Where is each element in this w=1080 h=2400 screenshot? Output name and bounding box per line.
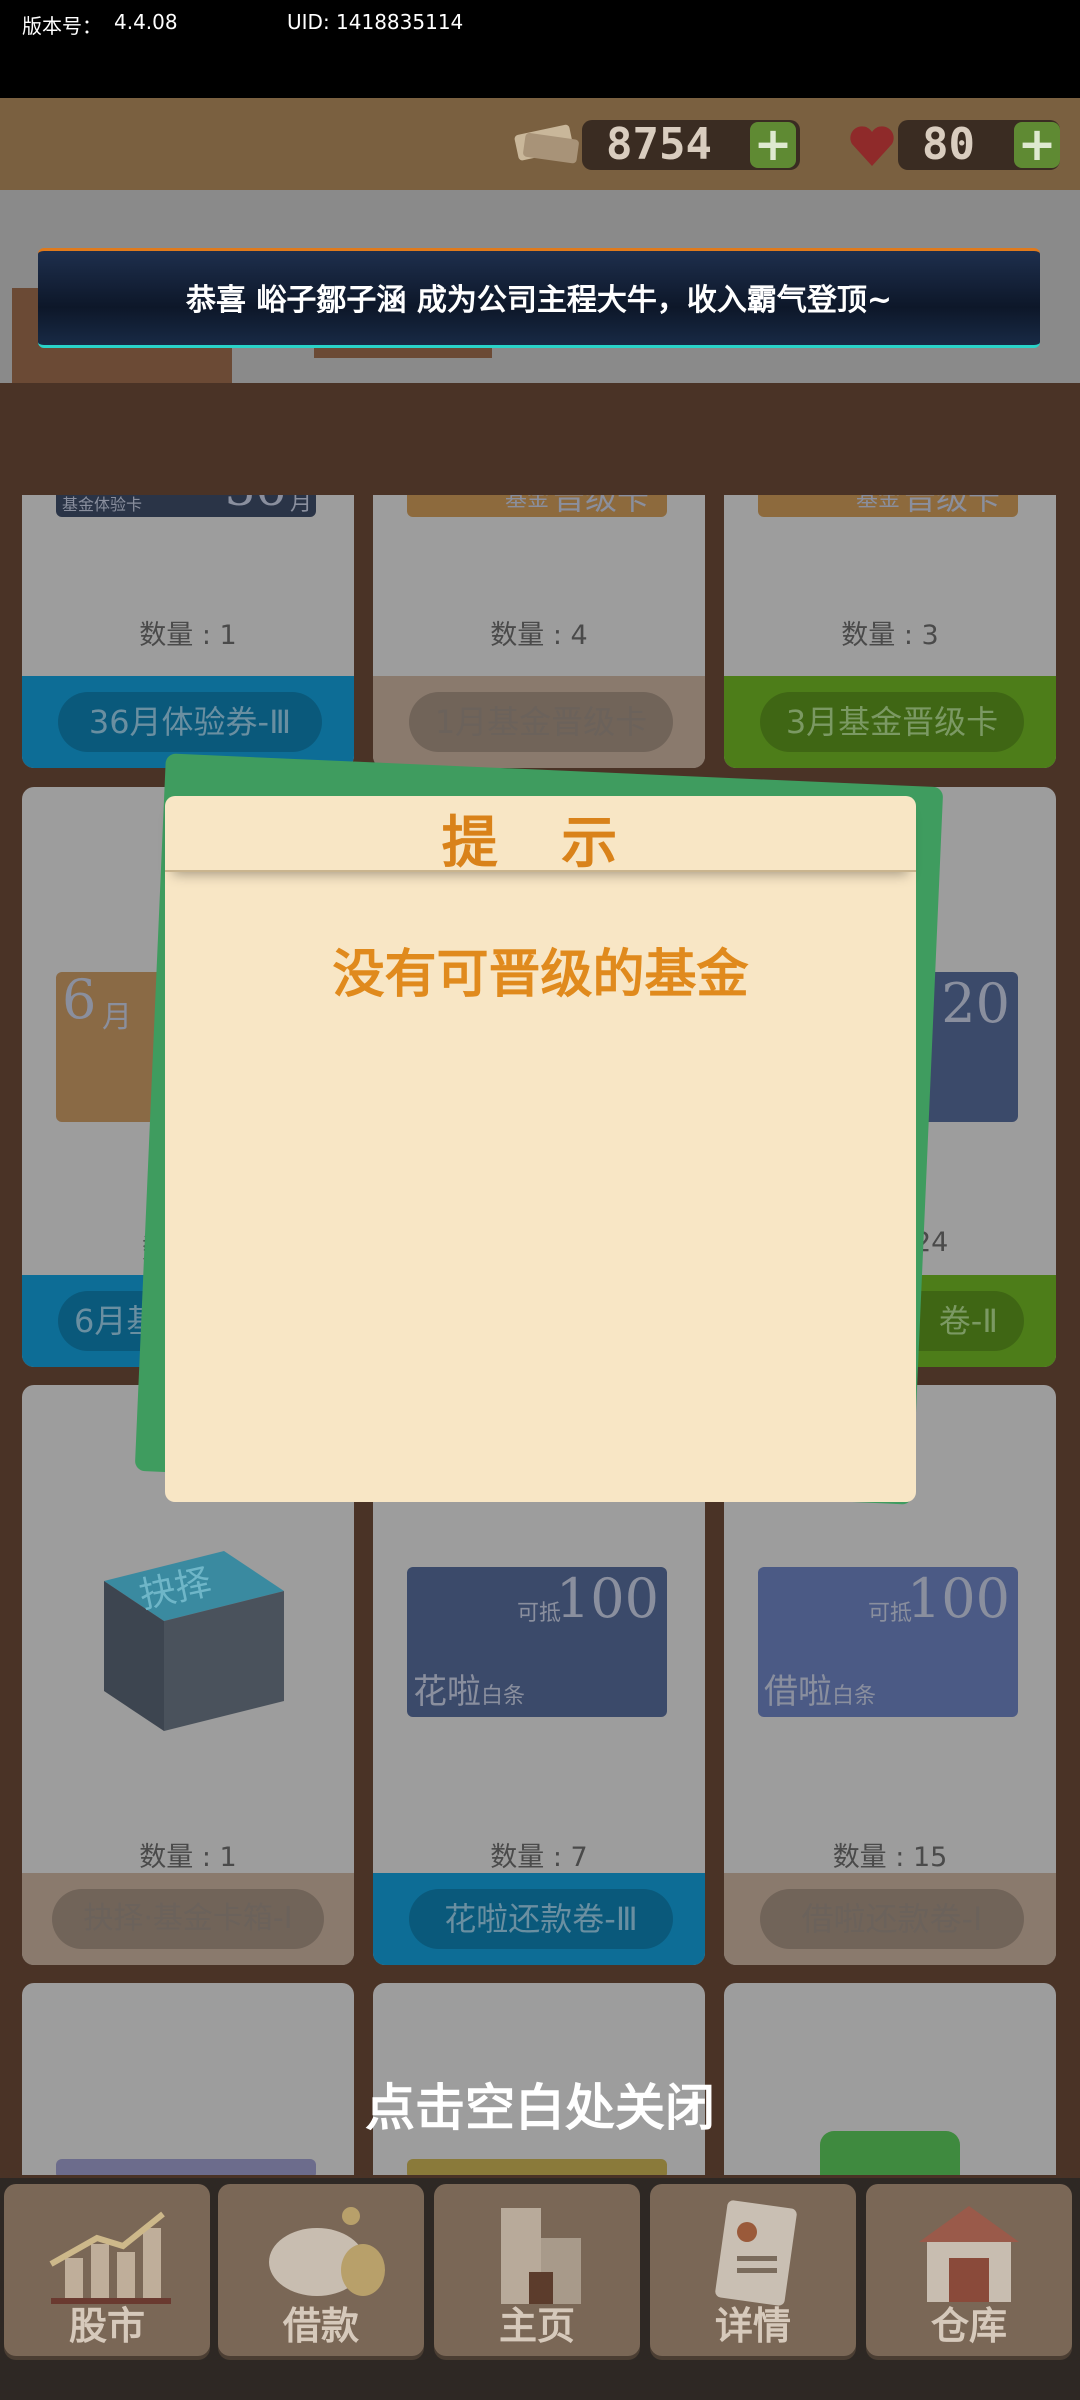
nav-label: 详情 [714, 2304, 791, 2348]
alert-dialog: 提 示 没有可晋级的基金 [165, 796, 916, 1502]
card-box-icon: 抉择 [104, 1551, 284, 1731]
nav-label: 股市 [68, 2304, 145, 2348]
voucher-number: 100 [906, 1567, 1010, 1630]
voucher-number: 6 [62, 972, 97, 1031]
announcement-text: 恭喜 峪子鄒子涵 成为公司主程大牛，收入霸气登顶~ [185, 283, 893, 318]
building-icon [501, 2208, 581, 2304]
heart-icon [850, 126, 894, 166]
voucher-number: 36 [225, 495, 286, 517]
voucher-title: 晋级卡 [553, 495, 650, 517]
nav-details[interactable]: 详情 [650, 2184, 856, 2356]
nav-stock-market[interactable]: 股市 [4, 2184, 210, 2356]
status-bar: 版本号： 4.4.08 UID: 1418835114 [0, 0, 1080, 98]
voucher-image: 可抵 100 借啦白条 [758, 1567, 1018, 1717]
voucher-title: 花啦白条 [413, 1672, 526, 1712]
voucher-image: 基金体验卡 36 月 [56, 495, 316, 517]
item-quantity: 数量 : 7 [490, 1842, 588, 1873]
item-quantity: 数量 : 1 [139, 620, 237, 651]
chart-icon [49, 2211, 171, 2304]
voucher-image: 基金 晋级卡 [407, 495, 667, 517]
cash-icon [514, 124, 579, 164]
item-name: 抉择·基金卡箱-Ⅰ [52, 1889, 324, 1949]
nav-label: 借款 [282, 2304, 359, 2348]
document-icon [715, 2200, 797, 2306]
voucher-image: 基金 晋级卡 [758, 495, 1018, 517]
item-name: 1月基金晋级卡 [409, 692, 673, 752]
voucher-tag: 可抵 [868, 1601, 913, 1626]
voucher-unit: 月 [289, 495, 312, 516]
inventory-card[interactable]: 基金体验卡 36 月 数量 : 1 36月体验券-Ⅲ [22, 495, 354, 768]
voucher-number: 100 [555, 1567, 659, 1630]
voucher-title: 借啦白条 [764, 1672, 877, 1712]
nav-label: 主页 [498, 2304, 575, 2348]
nav-home[interactable]: 主页 [434, 2184, 640, 2356]
voucher-tag: 基金 [505, 495, 550, 512]
voucher-tag: 基金体验卡 [62, 495, 143, 514]
version-number: 4.4.08 [114, 10, 178, 34]
item-quantity: 数量 : 1 [139, 1842, 237, 1873]
uid-text: UID: 1418835114 [287, 10, 464, 34]
close-hint[interactable]: 点击空白处关闭 [0, 2068, 1080, 2140]
voucher-tag: 基金 [856, 495, 901, 512]
announcement-banner: 恭喜 峪子鄒子涵 成为公司主程大牛，收入霸气登顶~ [38, 248, 1040, 348]
item-quantity: 数量 : 4 [490, 620, 588, 651]
header-spacer [0, 383, 1080, 495]
dialog-message: 没有可晋级的基金 [332, 945, 749, 1005]
nav-loan[interactable]: 借款 [218, 2184, 424, 2356]
add-cash-button[interactable]: + [750, 121, 796, 168]
dialog-header: 提 示 [165, 796, 916, 876]
nav-warehouse[interactable]: 仓库 [866, 2184, 1072, 2356]
bottom-nav: 股市 借款 主页 详情 仓库 [0, 2178, 1080, 2400]
item-name: 花啦还款卷-Ⅲ [409, 1889, 673, 1949]
nav-label: 仓库 [930, 2304, 1007, 2348]
item-quantity: 数量 : 15 [832, 1842, 948, 1873]
item-quantity: 数量 : 3 [841, 620, 939, 651]
inventory-card[interactable]: 基金 晋级卡 数量 : 4 1月基金晋级卡 [373, 495, 705, 768]
voucher-image: 可抵 100 花啦白条 [407, 1567, 667, 1717]
dialog-title: 提 示 [441, 811, 640, 876]
warehouse-icon [919, 2206, 1019, 2302]
item-name: 3月基金晋级卡 [760, 692, 1024, 752]
add-hearts-button[interactable]: + [1014, 121, 1060, 168]
inventory-card[interactable]: 基金 晋级卡 数量 : 3 3月基金晋级卡 [724, 495, 1056, 768]
version-label: 版本号： [22, 14, 102, 38]
voucher-unit: 月 [102, 1000, 132, 1035]
voucher-number: 20 [941, 972, 1010, 1035]
piggy-bank-icon [269, 2207, 385, 2296]
item-name: 36月体验券-Ⅲ [58, 692, 322, 752]
item-name: 借啦还款卷-Ⅰ [760, 1889, 1024, 1949]
currency-bar: 8754 + 80 + [0, 98, 1080, 190]
voucher-tag: 可抵 [517, 1601, 562, 1626]
voucher-title: 晋级卡 [904, 495, 1001, 517]
